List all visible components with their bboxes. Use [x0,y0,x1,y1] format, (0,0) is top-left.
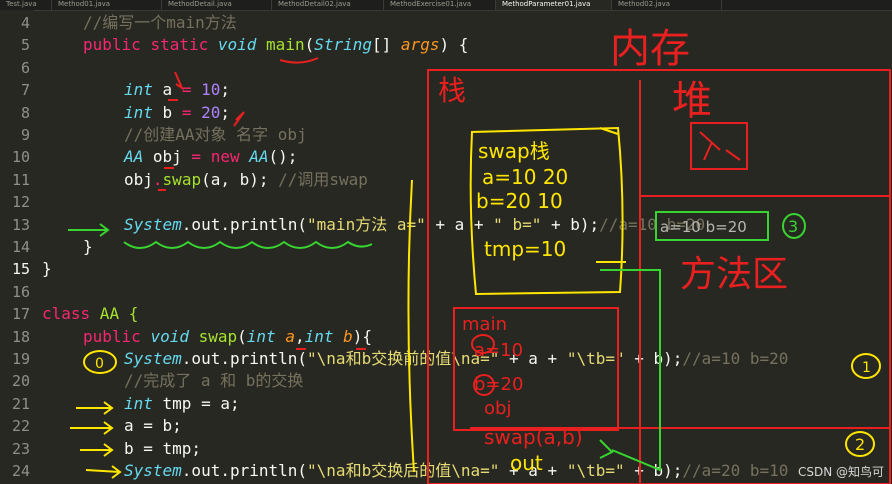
watermark: CSDN @知鸟可 [797,465,884,479]
swap-call-label: swap(a,b) [484,425,583,449]
circle-0-label: 0 [95,356,104,372]
method-area-label: 方法区 [680,254,788,295]
arrow-line-22 [70,421,114,435]
memory-title: 内存 [610,26,690,72]
circle-2-label: 2 [855,435,865,454]
swap-frame-a: a=10 20 [482,165,568,189]
green-annotations [68,211,806,472]
swap-arrow-line [407,179,415,473]
main-frame-b: b=20 [474,374,523,395]
arrow-line-21 [76,401,114,415]
return-arrow [600,269,661,472]
main-underline [279,57,319,64]
main-frame-title: main [462,314,507,335]
arrow-line-24 [85,465,122,479]
heap-label: 堆 [672,78,712,124]
circle-1-label: 1 [862,360,871,376]
handwritten-labels: 内存 栈 堆 方法区 swap栈 a=10 20 b=20 10 tmp=10 … [95,26,871,475]
swap-frame-title: swap栈 [478,139,550,163]
arrow-b-mark [233,111,245,127]
heap-object-scribble [699,131,741,161]
circle-3-label: 3 [788,217,798,236]
annotation-overlay: 内存 栈 堆 方法区 swap栈 a=10 20 b=20 10 tmp=10 … [68,26,891,484]
return-arrow-head [599,439,614,459]
arrow-line-13 [68,223,110,237]
main-frame-a: a=10 [474,340,523,361]
heap-object-box [690,122,748,170]
main-frame-obj: obj [484,398,511,419]
out-label: out [510,451,543,475]
println-squiggle [123,240,373,249]
arrow-line-23 [80,443,114,457]
arrow-a-mark [174,71,185,91]
stack-label: 栈 [438,74,466,107]
swap-frame-b: b=20 10 [476,189,563,213]
swap-frame-tmp: tmp=10 [484,237,566,261]
swap-stack-frame [70,126,881,479]
var-ticks [164,99,178,169]
output-value: a=10 b=20 [660,218,747,236]
